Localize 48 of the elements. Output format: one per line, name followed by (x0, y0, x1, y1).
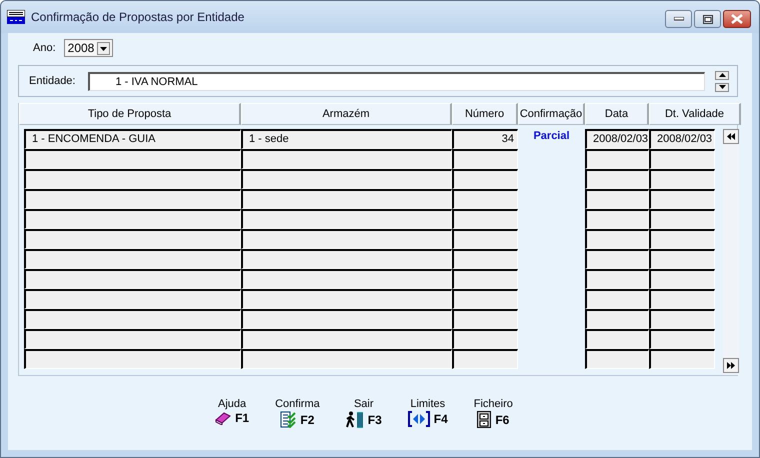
function-key-button[interactable]: F6 (477, 411, 510, 428)
first-page-button[interactable] (723, 129, 739, 144)
maximize-button[interactable] (694, 10, 721, 28)
function-key-button[interactable]: F4 (408, 411, 448, 427)
column-header[interactable]: Confirmação (518, 103, 585, 125)
app-icon (7, 10, 25, 24)
entity-label: Entidade: (29, 75, 76, 87)
function-key-label: Ficheiro (474, 398, 513, 410)
up-button[interactable] (715, 70, 729, 80)
down-button[interactable] (715, 82, 729, 92)
minimize-button[interactable] (665, 10, 692, 28)
double-left-arrow-icon (727, 133, 735, 140)
confirmation-status: Parcial (533, 129, 570, 144)
scrollbar[interactable] (723, 129, 739, 375)
column-header[interactable]: Data (585, 103, 649, 125)
function-key-label: Confirma (275, 398, 320, 410)
entity-field[interactable]: 1 - IVA NORMAL (88, 72, 705, 90)
window-title: Confirmação de Propostas por Entidade (31, 10, 246, 24)
column-header[interactable]: Tipo de Proposta (19, 103, 241, 125)
column-header[interactable]: Armazém (241, 103, 452, 125)
last-page-button[interactable] (723, 358, 739, 373)
file-cabinet-icon (477, 411, 492, 428)
function-key-button[interactable]: F1 (215, 411, 250, 425)
close-button[interactable] (723, 10, 751, 28)
book-icon (215, 411, 232, 425)
up-arrow-icon (718, 73, 726, 77)
exit-door-icon (346, 411, 364, 428)
column-header[interactable]: Número (452, 103, 518, 125)
table-cell: 1 - ENCOMENDA - GUIA (24, 129, 241, 149)
close-icon (731, 14, 743, 24)
table-cell: 2008/02/03 (585, 129, 649, 149)
table-cell: 34 (452, 129, 518, 149)
function-key-button[interactable]: F3 (346, 411, 382, 428)
function-key-label: Limites (410, 398, 446, 410)
table-cell: 1 - sede (241, 129, 452, 149)
table-cell: 2008/02/03 (649, 129, 715, 149)
double-right-arrow-icon (727, 362, 735, 369)
limits-icon (408, 411, 430, 427)
function-key-label: Sair (354, 398, 374, 410)
year-label: Ano: (33, 42, 56, 54)
maximize-icon (702, 14, 712, 24)
minimize-icon (674, 17, 684, 21)
function-key-label: Ajuda (218, 398, 246, 410)
checklist-icon (280, 411, 296, 428)
down-arrow-icon (718, 85, 726, 89)
column-header[interactable]: Dt. Validade (649, 103, 741, 125)
year-dropdown[interactable]: 2008 (64, 39, 114, 57)
function-key-button[interactable]: F2 (280, 411, 314, 428)
